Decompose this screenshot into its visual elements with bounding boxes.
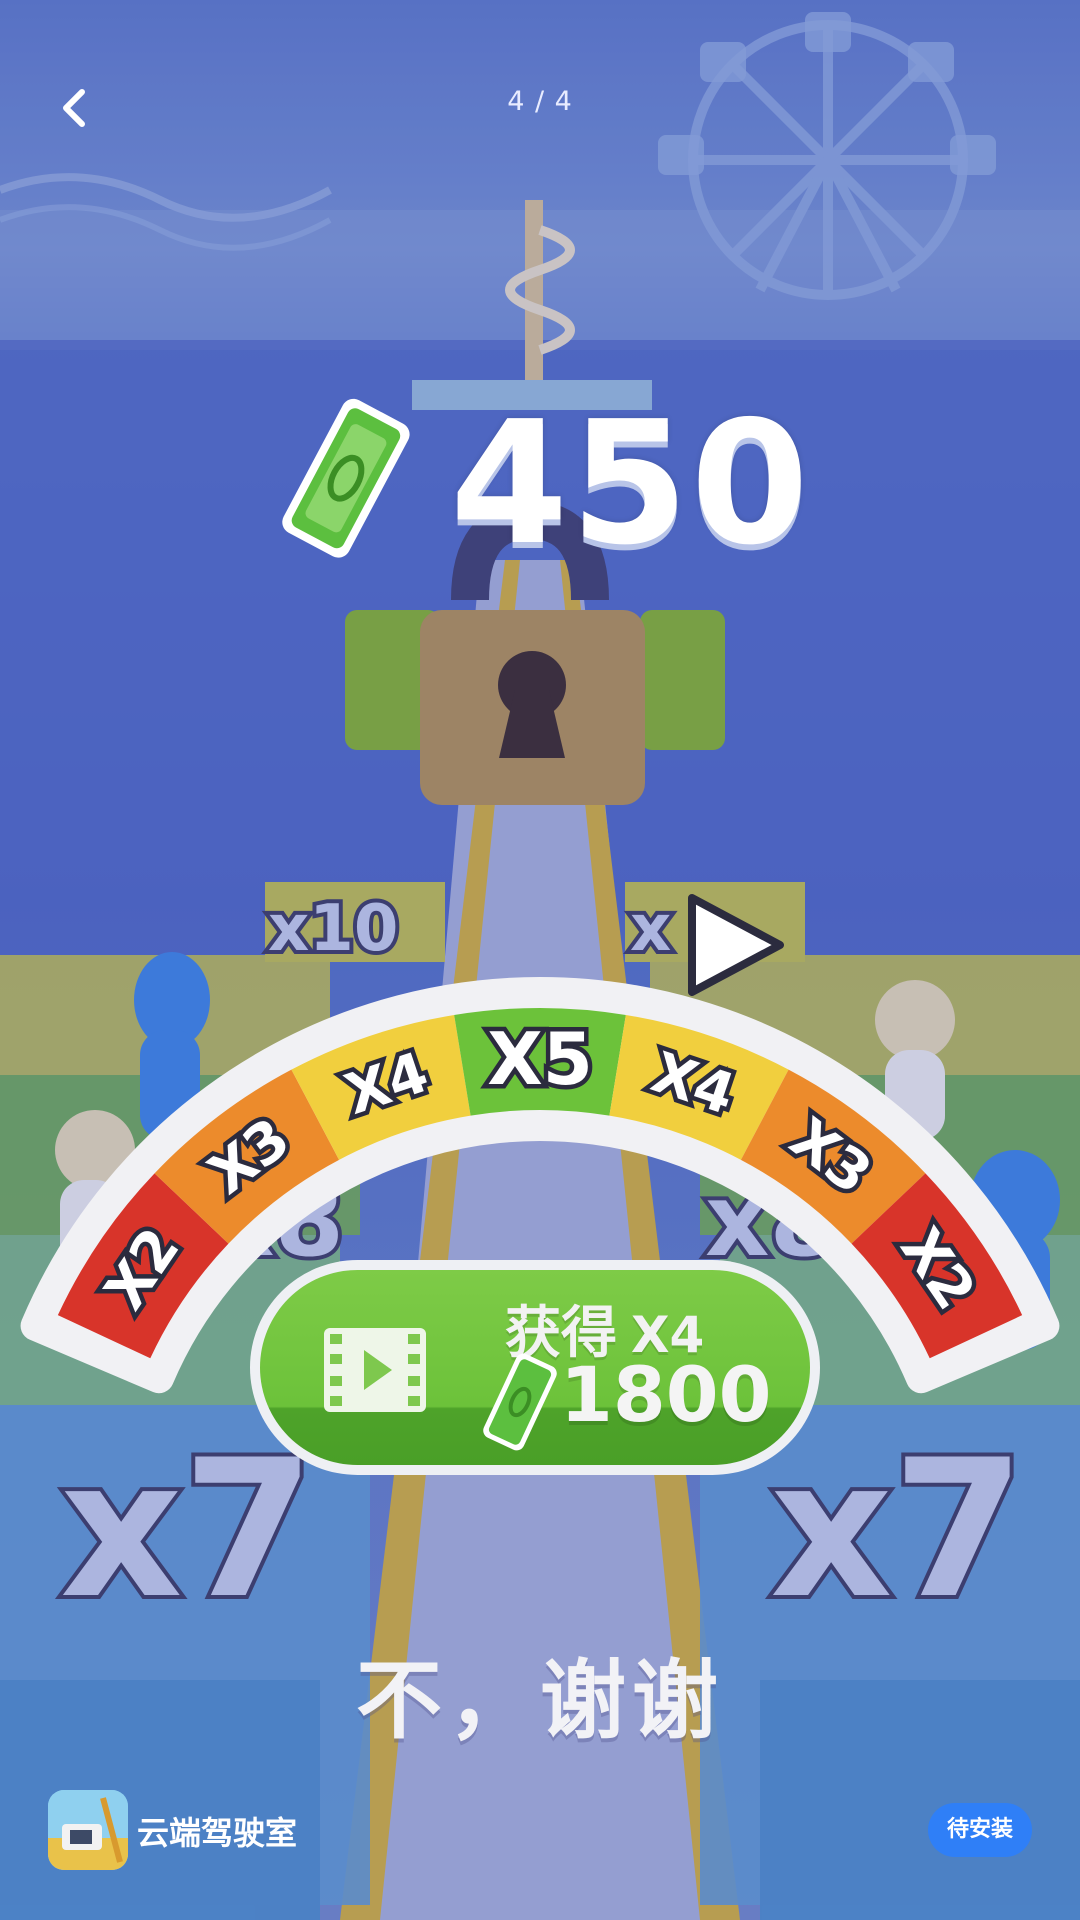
top-bar: 4 / 4: [0, 0, 1080, 210]
app-footer: 云端驾驶室 待安装: [0, 1780, 1080, 1880]
score-amount: 450: [450, 385, 811, 583]
cash-icon: [282, 398, 410, 558]
cash-icon-small: [483, 1353, 557, 1451]
video-ad-icon: [324, 1328, 426, 1412]
reward-amount: 1800: [560, 1350, 772, 1439]
claim-reward-button[interactable]: 获得 X4 1800: [250, 1260, 820, 1475]
no-thanks-button[interactable]: 不，谢谢: [0, 1630, 1080, 1755]
app-icon[interactable]: [48, 1790, 128, 1870]
play-icon: [688, 894, 784, 996]
app-name: 云端驾驶室: [137, 1814, 298, 1852]
score-display: 450: [270, 385, 830, 583]
page-indicator: 4 / 4: [507, 86, 573, 117]
install-button[interactable]: 待安装: [928, 1803, 1032, 1857]
